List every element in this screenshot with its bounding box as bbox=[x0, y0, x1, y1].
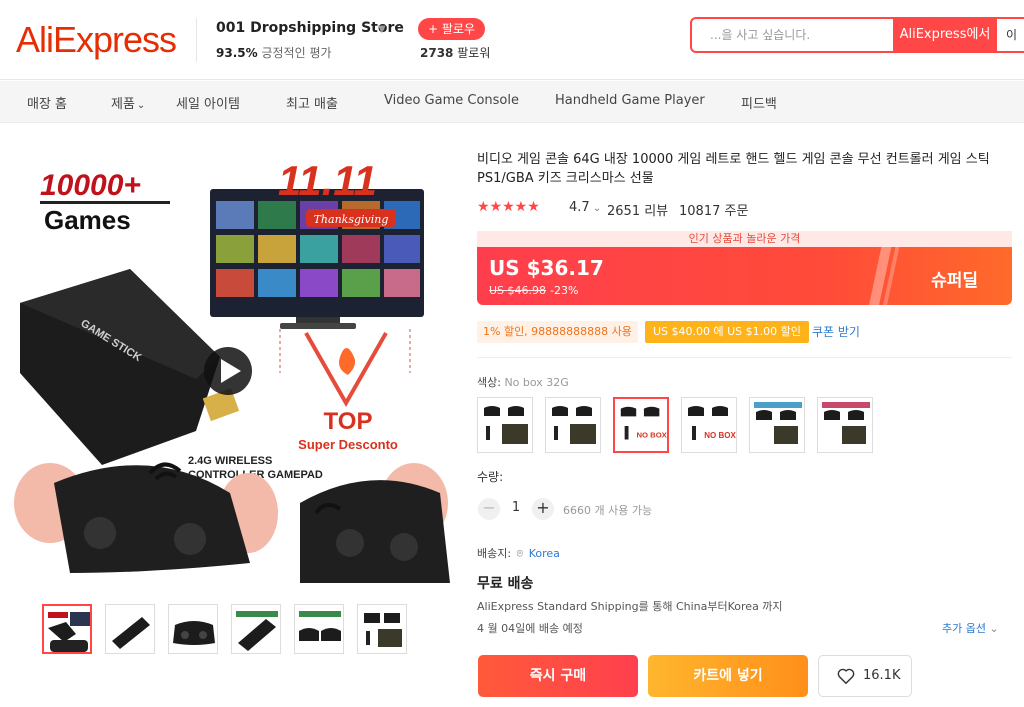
chevron-down-icon[interactable]: ▼ bbox=[378, 24, 386, 35]
more-shipping-options[interactable]: 추가 옵션 ⌄ bbox=[942, 620, 999, 636]
price-box: US $36.17 US $46.98 -23% 슈퍼딜 bbox=[477, 247, 1012, 305]
variant-option-1[interactable] bbox=[477, 397, 533, 453]
ship-to-country[interactable]: Korea bbox=[529, 547, 560, 560]
banner-thanksgiving: Thanksgiving bbox=[314, 213, 389, 226]
wishlist-count: 16.1K bbox=[863, 668, 901, 683]
color-label-text: 색상: bbox=[477, 376, 501, 389]
heart-icon bbox=[837, 668, 855, 684]
nav-video-game-console[interactable]: Video Game Console bbox=[384, 93, 519, 108]
store-nav: 매장 홈 제품 ⌄ 세일 아이템 최고 매출 Video Game Console… bbox=[0, 81, 1024, 123]
search-store-button[interactable]: 이 bbox=[998, 19, 1024, 51]
color-label: 색상: No box 32G bbox=[477, 374, 569, 390]
follow-button[interactable]: + 팔로우 bbox=[418, 18, 485, 40]
quantity-input[interactable]: 1 bbox=[508, 500, 524, 515]
delivery-date: 4 월 04일에 배송 예정 bbox=[477, 622, 583, 635]
thumbnail-2[interactable] bbox=[105, 604, 155, 654]
store-header: AliExpress 001 Dropshipping Store ▼ 93.5… bbox=[0, 0, 1024, 80]
header-divider bbox=[196, 18, 197, 62]
current-price: US $36.17 bbox=[489, 256, 604, 280]
banner-wireless-line1: 2.4G WIRELESS bbox=[188, 455, 272, 467]
coupon-offer-badge[interactable]: US $40.00 에 US $1.00 할인 bbox=[645, 321, 809, 343]
play-video-icon[interactable] bbox=[204, 347, 252, 395]
rating-number: 4.7 bbox=[569, 200, 590, 215]
store-rating-percent: 93.5% bbox=[216, 46, 258, 60]
product-title: 비디오 게임 콘솔 64G 내장 10000 게임 레트로 핸드 헬드 게임 콘… bbox=[477, 152, 990, 186]
nav-products[interactable]: 제품 ⌄ bbox=[111, 93, 145, 112]
banner-games-count: 10000+ bbox=[40, 169, 141, 202]
followers-count: 2738 팔로워 bbox=[420, 44, 490, 61]
nav-handheld-game-player[interactable]: Handheld Game Player bbox=[555, 93, 705, 108]
product-main-image[interactable]: 10000+ Games 11.11 Thanksgiving TOP Supe… bbox=[10, 143, 450, 591]
thumbnail-3[interactable] bbox=[168, 604, 218, 654]
discount-percent: -23% bbox=[550, 284, 579, 297]
superdeal-badge: 슈퍼딜 bbox=[931, 271, 978, 291]
variant-option-5[interactable] bbox=[749, 397, 805, 453]
store-coupon-badge[interactable]: 1% 할인, 98888888888 사용 bbox=[477, 321, 638, 343]
location-pin-icon: ⌾ bbox=[516, 547, 524, 560]
ship-to-label: 배송지: bbox=[477, 547, 512, 560]
star-rating-icon: ★★★★★ bbox=[477, 199, 540, 215]
free-shipping-label: 무료 배송 bbox=[477, 576, 534, 592]
more-options-label: 추가 옵션 bbox=[942, 622, 986, 635]
followers-number: 2738 bbox=[420, 46, 454, 60]
gamepad-controllers bbox=[14, 462, 450, 583]
thumbnail-5[interactable] bbox=[294, 604, 344, 654]
review-count[interactable]: 2651 리뷰 bbox=[607, 200, 668, 219]
search-aliexpress-button[interactable]: AliExpress에서 bbox=[893, 19, 997, 51]
quantity-available: 6660 개 사용 가능 bbox=[563, 504, 653, 517]
store-rating: 93.5% 긍정적인 평가 bbox=[216, 44, 332, 61]
nav-products-label: 제품 bbox=[111, 97, 135, 112]
followers-label: 팔로워 bbox=[457, 46, 491, 60]
store-rating-label: 긍정적인 평가 bbox=[261, 46, 332, 60]
quantity-label: 수량: bbox=[477, 470, 504, 484]
aliexpress-logo[interactable]: AliExpress bbox=[16, 19, 177, 61]
search-bar: AliExpress에서 이 bbox=[690, 17, 1024, 53]
quantity-decrease-button[interactable]: − bbox=[478, 498, 500, 520]
nav-store-home[interactable]: 매장 홈 bbox=[27, 93, 67, 112]
banner-sale-date: 11.11 bbox=[278, 157, 377, 204]
color-selected-value: No box 32G bbox=[504, 376, 569, 389]
chevron-down-icon: ⌄ bbox=[589, 203, 602, 214]
banner-games-word: Games bbox=[44, 205, 131, 235]
thumbnail-1[interactable] bbox=[42, 604, 92, 654]
banner-top: TOP bbox=[324, 408, 373, 435]
promo-banner: 인기 상품과 놀라운 가격 bbox=[477, 231, 1012, 247]
get-coupon-link[interactable]: 쿠폰 받기 bbox=[812, 323, 860, 340]
shipping-method: AliExpress Standard Shipping를 통해 China부터… bbox=[477, 600, 783, 613]
variant-option-4[interactable]: NO BOX bbox=[681, 397, 737, 453]
order-count: 10817 주문 bbox=[679, 204, 749, 219]
variant-option-2[interactable] bbox=[545, 397, 601, 453]
nav-top-selling[interactable]: 최고 매출 bbox=[286, 93, 338, 112]
wishlist-button[interactable]: 16.1K bbox=[818, 655, 912, 697]
store-name[interactable]: 001 Dropshipping Store bbox=[216, 20, 404, 36]
thumbnail-6[interactable] bbox=[357, 604, 407, 654]
chevron-down-icon: ⌄ bbox=[985, 622, 999, 635]
original-price: US $46.98 bbox=[489, 284, 547, 297]
rating-value[interactable]: 4.7 ⌄ bbox=[569, 200, 601, 215]
variant-option-3-selected[interactable]: NO BOX bbox=[613, 397, 669, 453]
ship-to: 배송지: ⌾ Korea bbox=[477, 545, 560, 561]
nav-sale-items[interactable]: 세일 아이템 bbox=[176, 93, 240, 112]
buy-now-button[interactable]: 즉시 구매 bbox=[478, 655, 638, 697]
divider bbox=[477, 357, 1012, 358]
quantity-increase-button[interactable]: + bbox=[532, 498, 554, 520]
variant-option-6[interactable] bbox=[817, 397, 873, 453]
no-box-tag: NO BOX bbox=[636, 431, 667, 440]
no-box-tag: NO BOX bbox=[704, 431, 736, 440]
thumbnail-4[interactable] bbox=[231, 604, 281, 654]
add-to-cart-button[interactable]: 카트에 넣기 bbox=[648, 655, 808, 697]
chevron-down-icon: ⌄ bbox=[136, 100, 146, 111]
banner-desconto: Super Desconto bbox=[298, 437, 398, 452]
search-input[interactable] bbox=[692, 19, 892, 51]
nav-feedback[interactable]: 피드백 bbox=[741, 93, 777, 112]
